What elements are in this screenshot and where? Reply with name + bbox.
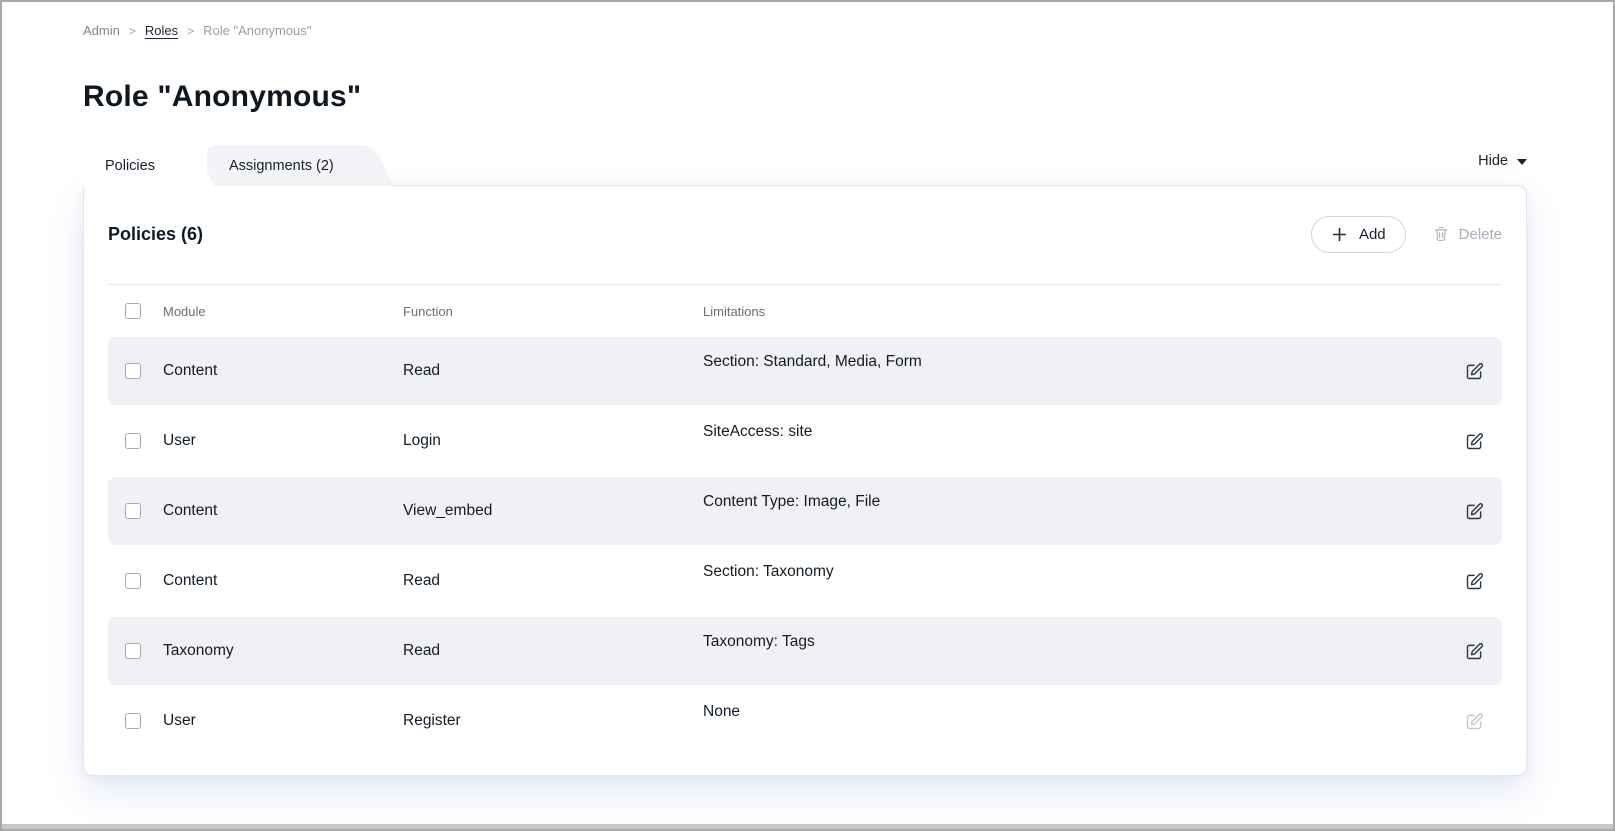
- table-row: User Login SiteAccess: site: [108, 407, 1502, 475]
- app-window: Admin > Roles > Role "Anonymous" Role "A…: [0, 0, 1615, 831]
- hide-toggle-label: Hide: [1478, 153, 1508, 169]
- table-row: Taxonomy Read Taxonomy: Tags: [108, 617, 1502, 685]
- panel-header: Policies (6) Add Delete: [108, 186, 1502, 252]
- cell-limitations: None: [703, 703, 1446, 721]
- table-row: Content View_embed Content Type: Image, …: [108, 477, 1502, 545]
- delete-button[interactable]: Delete: [1432, 225, 1502, 243]
- tab-policies[interactable]: Policies: [83, 145, 175, 186]
- edit-policy-button[interactable]: [1462, 709, 1487, 734]
- panel-title: Policies (6): [108, 224, 203, 245]
- tab-bar: Policies Assignments (2) Hide: [83, 145, 1527, 186]
- cell-limitations: SiteAccess: site: [703, 423, 1446, 441]
- row-checkbox[interactable]: [125, 433, 141, 449]
- cell-module: Taxonomy: [163, 642, 403, 660]
- edit-square-icon: [1464, 361, 1485, 382]
- edit-square-icon: [1464, 431, 1485, 452]
- column-header-limitations: Limitations: [703, 304, 1446, 319]
- cell-limitations: Content Type: Image, File: [703, 493, 1446, 511]
- edit-square-icon: [1464, 571, 1485, 592]
- cell-function: Read: [403, 362, 703, 380]
- cell-function: Read: [403, 572, 703, 590]
- edit-policy-button[interactable]: [1462, 499, 1487, 524]
- edit-square-icon: [1464, 641, 1485, 662]
- row-checkbox[interactable]: [125, 643, 141, 659]
- table-row: Content Read Section: Standard, Media, F…: [108, 337, 1502, 405]
- cell-module: Content: [163, 572, 403, 590]
- table-row: User Register None: [108, 687, 1502, 755]
- table-body: Content Read Section: Standard, Media, F…: [108, 337, 1502, 755]
- column-header-function: Function: [403, 304, 703, 319]
- cell-limitations: Taxonomy: Tags: [703, 633, 1446, 651]
- table-row: Content Read Section: Taxonomy: [108, 547, 1502, 615]
- row-checkbox[interactable]: [125, 503, 141, 519]
- tab-assignments[interactable]: Assignments (2): [207, 145, 354, 186]
- caret-down-icon: [1517, 159, 1527, 165]
- breadcrumb-link-roles[interactable]: Roles: [145, 23, 178, 38]
- add-button-label: Add: [1359, 226, 1386, 243]
- breadcrumb-item-admin: Admin: [83, 23, 120, 38]
- cell-module: User: [163, 712, 403, 730]
- breadcrumb-separator: >: [187, 24, 194, 38]
- main-content: Admin > Roles > Role "Anonymous" Role "A…: [2, 23, 1613, 776]
- edit-policy-button[interactable]: [1462, 569, 1487, 594]
- cell-function: Read: [403, 642, 703, 660]
- cell-function: View_embed: [403, 502, 703, 520]
- cell-limitations: Section: Standard, Media, Form: [703, 353, 1446, 371]
- edit-policy-button[interactable]: [1462, 359, 1487, 384]
- select-all-checkbox[interactable]: [125, 303, 141, 319]
- cell-module: Content: [163, 502, 403, 520]
- cell-function: Login: [403, 432, 703, 450]
- edit-square-icon: [1464, 711, 1485, 732]
- page-title: Role "Anonymous": [83, 80, 1527, 114]
- row-checkbox[interactable]: [125, 573, 141, 589]
- tab-assignments-label: Assignments (2): [229, 158, 334, 174]
- breadcrumb-item-current: Role "Anonymous": [203, 23, 311, 38]
- cell-limitations: Section: Taxonomy: [703, 563, 1446, 581]
- policies-table: Module Function Limitations Content Read…: [108, 284, 1502, 755]
- row-checkbox[interactable]: [125, 713, 141, 729]
- edit-policy-button[interactable]: [1462, 429, 1487, 454]
- add-button[interactable]: Add: [1311, 216, 1406, 253]
- cell-function: Register: [403, 712, 703, 730]
- row-checkbox[interactable]: [125, 363, 141, 379]
- plus-icon: [1331, 226, 1348, 243]
- cell-module: Content: [163, 362, 403, 380]
- delete-button-label: Delete: [1459, 226, 1502, 243]
- cell-module: User: [163, 432, 403, 450]
- edit-policy-button[interactable]: [1462, 639, 1487, 664]
- hide-toggle[interactable]: Hide: [1478, 153, 1527, 179]
- edit-square-icon: [1464, 501, 1485, 522]
- trash-icon: [1432, 225, 1450, 243]
- tab-policies-label: Policies: [105, 158, 155, 174]
- column-header-module: Module: [163, 304, 403, 319]
- breadcrumb-separator: >: [129, 24, 136, 38]
- breadcrumb: Admin > Roles > Role "Anonymous": [83, 23, 1527, 38]
- policies-panel: Policies (6) Add Delete: [83, 185, 1527, 776]
- table-header-row: Module Function Limitations: [108, 285, 1502, 337]
- panel-actions: Add Delete: [1311, 216, 1502, 253]
- table-header-checkbox-cell: [108, 303, 163, 319]
